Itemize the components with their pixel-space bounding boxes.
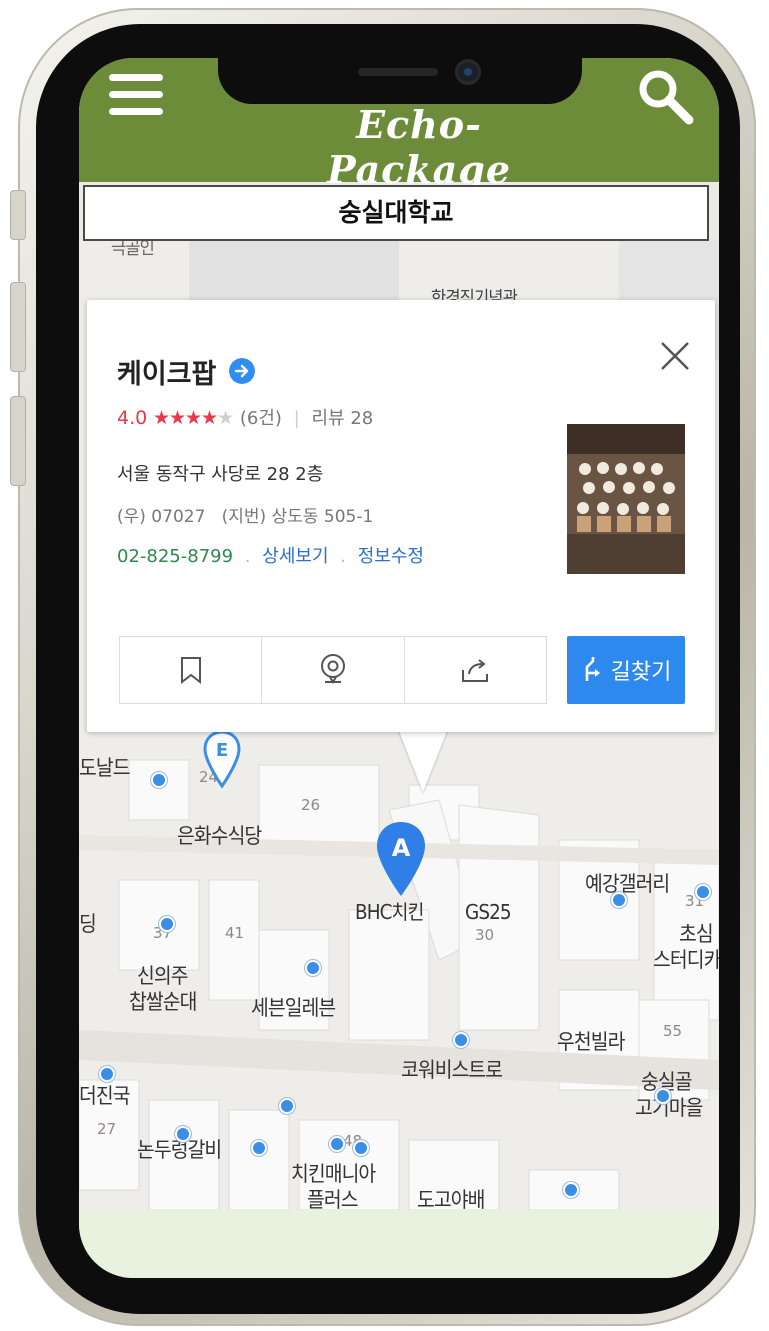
marker-e-icon[interactable]: E <box>203 730 241 790</box>
map-label: 도고야배 <box>417 1188 485 1210</box>
map-label: 코워비스트로 <box>401 1058 503 1082</box>
map-number: 41 <box>225 924 245 942</box>
marker-a-icon[interactable]: A <box>375 820 427 900</box>
place-info-card: 케이크팝 4.0 ★★★★★ (6건) | 리뷰 28 서울 동작구 사당로 2… <box>87 300 715 732</box>
rating-row: 4.0 ★★★★★ (6건) | 리뷰 28 <box>117 404 373 430</box>
poi-dot[interactable] <box>151 772 167 788</box>
phone-screen: 극골인 한경직기념관 도날드 24 은화수식당 26 BHC치킨 GS25 30… <box>79 58 719 1278</box>
road-address: 서울 동작구 사당로 28 2층 <box>117 464 324 485</box>
volume-up-button <box>10 282 26 372</box>
bookmark-icon <box>180 657 201 684</box>
divider: . <box>340 546 346 567</box>
map-label: 세븐일레븐 <box>251 996 336 1020</box>
poi-dot[interactable] <box>453 1032 469 1048</box>
poi-dot[interactable] <box>611 892 627 908</box>
poi-dot[interactable] <box>305 960 321 976</box>
location-bar[interactable]: 숭실대학교 <box>83 185 709 241</box>
contact-row: 02-825-8799 . 상세보기 . 정보수정 <box>117 542 424 568</box>
action-button-group <box>119 636 547 704</box>
speaker-grille <box>358 68 438 76</box>
poi-dot[interactable] <box>695 884 711 900</box>
map-label: BHC치킨 <box>355 900 424 924</box>
camera-icon <box>458 62 478 82</box>
bookmark-button[interactable] <box>120 637 263 703</box>
map-label: 딩 <box>79 912 97 936</box>
directions-label: 길찾기 <box>610 660 672 685</box>
rating-stars-filled: ★★★★ <box>152 407 218 429</box>
share-icon <box>462 659 489 682</box>
map-label: 예강갤러리 <box>585 872 670 896</box>
roadview-button[interactable] <box>262 637 405 703</box>
hamburger-menu-icon[interactable] <box>109 72 165 116</box>
detail-link[interactable]: 상세보기 <box>262 546 328 567</box>
phone-notch <box>218 58 582 104</box>
review-count[interactable]: 리뷰 28 <box>311 408 373 429</box>
map-label: 극골인 <box>111 240 155 259</box>
divider: . <box>244 546 251 567</box>
arrow-right-circle-icon[interactable] <box>229 358 255 384</box>
map-number: 26 <box>301 796 321 814</box>
info-card-pointer <box>397 726 449 792</box>
map-label: 도날드 <box>79 756 130 780</box>
rating-value: 4.0 <box>117 407 148 429</box>
location-title: 숭실대학교 <box>338 198 454 227</box>
jibun-address: (지번) 상도동 505-1 <box>221 507 374 527</box>
svg-text:E: E <box>216 740 228 761</box>
poi-dot[interactable] <box>353 1140 369 1156</box>
poi-dot[interactable] <box>251 1140 267 1156</box>
poi-dot[interactable] <box>655 1088 671 1104</box>
map-number: 27 <box>97 1120 117 1138</box>
place-name[interactable]: 케이크팝 <box>117 352 216 391</box>
map-label: 찹쌀순대 <box>129 990 197 1014</box>
poi-dot[interactable] <box>175 1126 191 1142</box>
rating-count[interactable]: (6건) <box>240 408 282 429</box>
volume-down-button <box>10 396 26 486</box>
map-number: 30 <box>475 926 495 944</box>
svg-text:A: A <box>392 834 411 862</box>
poi-dot[interactable] <box>563 1182 579 1198</box>
sub-address: (우) 07027 (지번) 상도동 505-1 <box>117 502 373 527</box>
map-label: GS25 <box>465 900 512 924</box>
directions-icon <box>585 657 600 681</box>
close-icon[interactable] <box>657 338 693 374</box>
directions-button[interactable]: 길찾기 <box>567 636 685 704</box>
share-button[interactable] <box>405 637 546 703</box>
map-label: 스터디카 <box>653 948 719 972</box>
map-label: 우천빌라 <box>557 1030 625 1054</box>
phone-number[interactable]: 02-825-8799 <box>117 546 233 567</box>
mute-switch <box>10 190 26 240</box>
roadview-icon <box>320 654 345 684</box>
rating-stars-empty: ★ <box>217 407 235 429</box>
map-number: 55 <box>663 1022 683 1040</box>
map-label: 플러스 <box>307 1188 358 1210</box>
poi-dot[interactable] <box>329 1136 345 1152</box>
map-label: 더진국 <box>79 1084 130 1108</box>
divider: | <box>293 408 300 429</box>
search-icon[interactable] <box>633 64 697 128</box>
edit-info-link[interactable]: 정보수정 <box>358 546 424 567</box>
poi-dot[interactable] <box>279 1098 295 1114</box>
poi-dot[interactable] <box>99 1066 115 1082</box>
bottom-bar <box>79 1210 719 1278</box>
postal-code: (우) 07027 <box>117 507 206 527</box>
map-label: 은화수식당 <box>177 824 262 848</box>
place-photo[interactable] <box>567 424 685 574</box>
poi-dot[interactable] <box>159 916 175 932</box>
app-title: Echo-Package <box>326 102 511 192</box>
